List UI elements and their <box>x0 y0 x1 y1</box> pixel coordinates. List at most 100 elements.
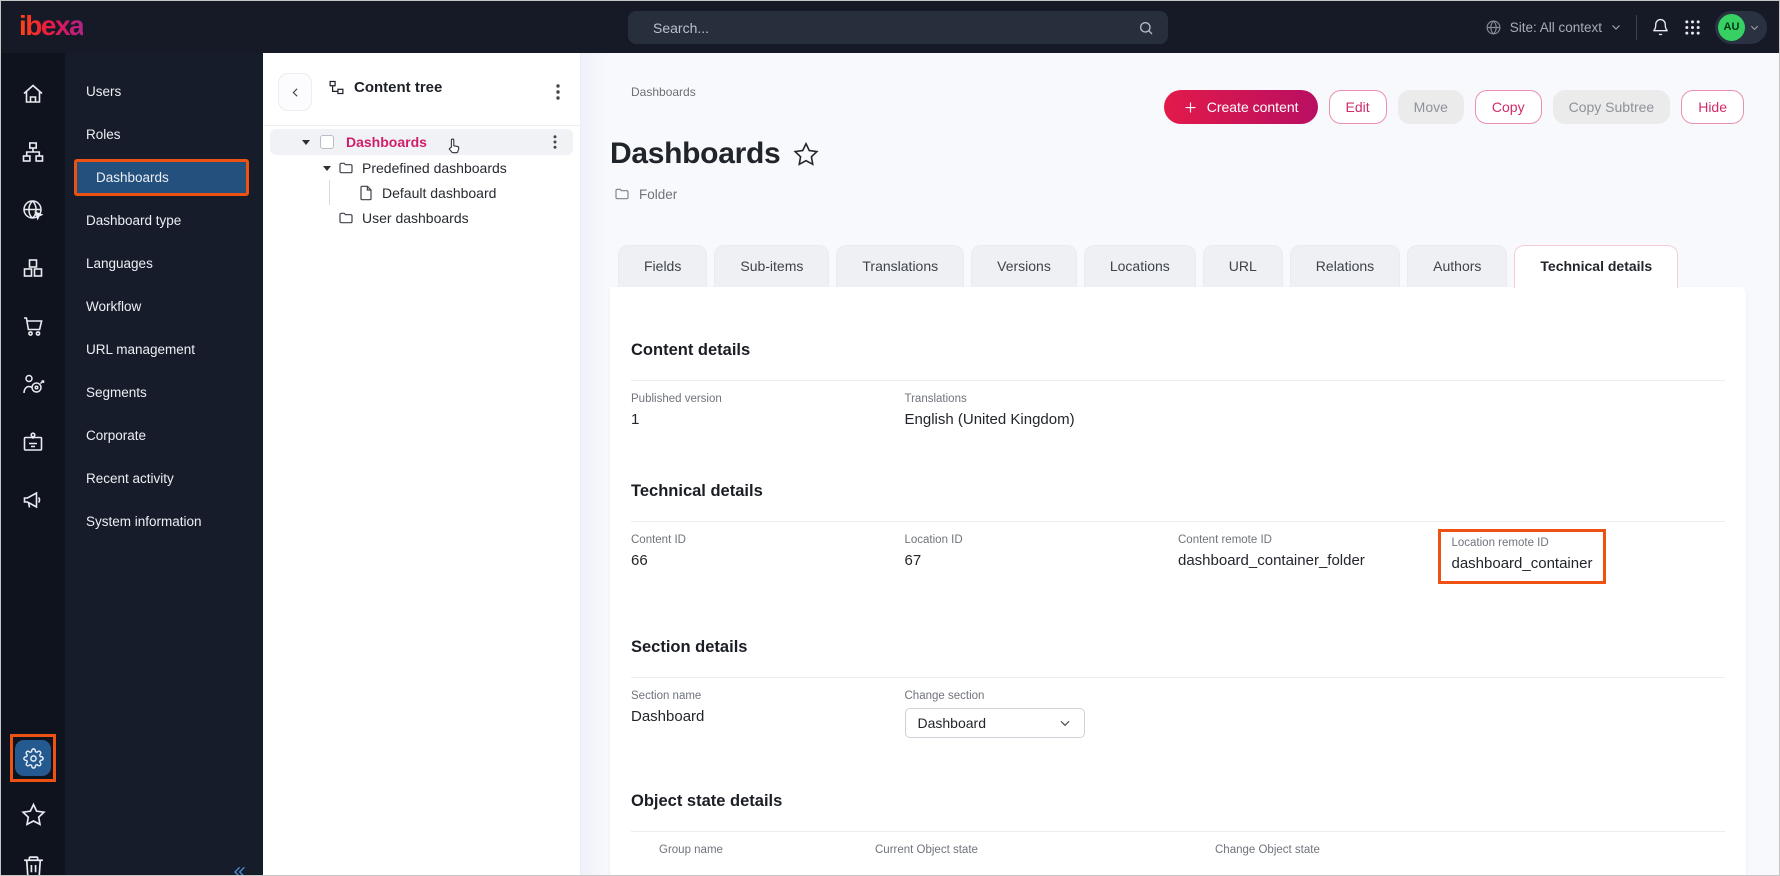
section-divider <box>631 677 1725 678</box>
search-input[interactable] <box>653 20 1138 36</box>
content-structure-icon[interactable] <box>21 140 45 164</box>
folder-icon <box>338 210 354 226</box>
admin-highlight-box <box>10 734 56 782</box>
title-row: Dashboards <box>610 137 819 171</box>
customer-badge-icon[interactable] <box>21 430 45 454</box>
tab-relations[interactable]: Relations <box>1290 245 1400 287</box>
content-details-fields: Published version 1 Translations English… <box>631 393 1725 428</box>
product-catalog-icon[interactable] <box>21 256 45 280</box>
ibexa-logo[interactable]: ibexa <box>19 10 83 42</box>
column-current-object-state: Current Object state <box>875 844 1215 856</box>
caret-down-icon <box>301 137 311 147</box>
copy-subtree-button[interactable]: Copy Subtree <box>1553 90 1671 124</box>
chevron-down-icon <box>1610 21 1622 33</box>
sidebar-item-roles[interactable]: Roles <box>65 113 263 156</box>
folder-icon <box>614 186 630 202</box>
sidebar-item-segments[interactable]: Segments <box>65 371 263 414</box>
sidebar-item-dashboards[interactable]: Dashboards <box>74 159 249 196</box>
sidebar-item-languages[interactable]: Languages <box>65 242 263 285</box>
breadcrumb[interactable]: Dashboards <box>631 85 696 99</box>
tree-item-label: Dashboards <box>346 134 427 150</box>
sidebar-item-corporate[interactable]: Corporate <box>65 414 263 457</box>
section-divider <box>631 380 1725 381</box>
content-tree-header: Content tree <box>263 53 580 126</box>
top-bar: ibexa Site: All context AU <box>1 1 1779 53</box>
file-icon <box>358 185 374 201</box>
app-window: ibexa Site: All context AU <box>0 0 1780 876</box>
tree-item-kebab-icon[interactable] <box>546 133 564 151</box>
marketing-target-icon[interactable] <box>21 372 45 396</box>
tree-item-default-dashboard[interactable]: Default dashboard <box>263 180 580 205</box>
commerce-cart-icon[interactable] <box>21 314 45 338</box>
tree-item-user-dashboards[interactable]: User dashboards <box>263 205 580 230</box>
global-search[interactable] <box>628 11 1168 44</box>
field-published-version: Published version 1 <box>631 393 905 428</box>
tree-item-dashboards[interactable]: Dashboards <box>270 129 573 155</box>
tab-sub-items[interactable]: Sub-items <box>714 245 829 287</box>
tree-item-label: Predefined dashboards <box>362 160 507 176</box>
tree-item-predefined-dashboards[interactable]: Predefined dashboards <box>263 155 580 180</box>
location-remote-id-highlight-box: Location remote ID dashboard_container <box>1438 529 1607 584</box>
move-button[interactable]: Move <box>1398 90 1464 124</box>
hide-button[interactable]: Hide <box>1681 90 1744 124</box>
tree-guide-line <box>329 180 330 205</box>
content-type-row: Folder <box>614 186 677 202</box>
promotions-megaphone-icon[interactable] <box>21 488 45 512</box>
notifications-bell-icon[interactable] <box>1651 18 1670 37</box>
home-icon[interactable] <box>21 82 45 106</box>
collapse-sidebar-icon[interactable] <box>231 864 247 876</box>
user-menu[interactable]: AU <box>1715 11 1767 44</box>
field-content-remote-id: Content remote ID dashboard_container_fo… <box>1178 534 1452 584</box>
section-divider <box>631 521 1725 522</box>
technical-details-panel: Content details Published version 1 Tran… <box>610 287 1746 876</box>
sidebar-item-users[interactable]: Users <box>65 70 263 113</box>
mouse-cursor <box>445 137 462 156</box>
collapse-tree-button[interactable] <box>278 73 312 111</box>
action-buttons: Create content Edit Move Copy Copy Subtr… <box>1164 90 1744 124</box>
admin-gear-icon[interactable] <box>15 740 51 776</box>
edit-button[interactable]: Edit <box>1329 90 1387 124</box>
create-content-button[interactable]: Create content <box>1164 90 1318 124</box>
tab-technical-details[interactable]: Technical details <box>1514 245 1678 288</box>
copy-button[interactable]: Copy <box>1475 90 1542 124</box>
avatar: AU <box>1718 14 1745 41</box>
tab-bar: Fields Sub-items Translations Versions L… <box>618 245 1685 288</box>
field-location-remote-id: Location remote ID dashboard_container <box>1452 534 1726 584</box>
field-translations: Translations English (United Kingdom) <box>905 393 1179 428</box>
technical-details-heading: Technical details <box>631 482 1725 501</box>
tab-fields[interactable]: Fields <box>618 245 707 287</box>
app-grid-icon[interactable] <box>1684 19 1701 36</box>
site-context-selector[interactable]: Site: All context <box>1485 19 1622 36</box>
sidebar-item-url-management[interactable]: URL management <box>65 328 263 371</box>
sidebar-item-workflow[interactable]: Workflow <box>65 285 263 328</box>
chevron-left-icon <box>289 86 302 99</box>
site-globe-icon[interactable] <box>21 198 45 222</box>
column-group-name: Group name <box>659 844 875 856</box>
tab-url[interactable]: URL <box>1203 245 1283 287</box>
section-divider <box>631 831 1725 832</box>
topbar-divider <box>1636 15 1637 40</box>
chevron-down-icon <box>1749 22 1760 33</box>
content-tree-icon <box>328 79 345 96</box>
tab-versions[interactable]: Versions <box>971 245 1077 287</box>
object-state-heading: Object state details <box>631 792 1725 811</box>
globe-icon <box>1485 19 1502 36</box>
tab-authors[interactable]: Authors <box>1407 245 1507 287</box>
trash-icon[interactable] <box>21 854 46 876</box>
bookmarks-star-icon[interactable] <box>21 802 46 827</box>
site-context-label: Site: All context <box>1510 20 1602 35</box>
sidebar-item-dashboard-type[interactable]: Dashboard type <box>65 199 263 242</box>
tree-options-kebab-icon[interactable] <box>549 83 567 101</box>
tab-locations[interactable]: Locations <box>1084 245 1196 287</box>
object-state-columns: Group name Current Object state Change O… <box>631 844 1725 856</box>
main-content: Dashboards Create content Edit Move Copy… <box>581 53 1779 875</box>
tree-item-checkbox[interactable] <box>320 135 334 149</box>
tab-translations[interactable]: Translations <box>836 245 964 287</box>
sidebar-item-recent-activity[interactable]: Recent activity <box>65 457 263 500</box>
sidebar-item-system-information[interactable]: System information <box>65 500 263 543</box>
change-section-select[interactable]: Dashboard <box>905 708 1085 738</box>
field-section-name: Section name Dashboard <box>631 690 905 738</box>
favorite-star-icon[interactable] <box>793 141 819 167</box>
page-title: Dashboards <box>610 137 780 171</box>
search-icon[interactable] <box>1138 20 1154 36</box>
